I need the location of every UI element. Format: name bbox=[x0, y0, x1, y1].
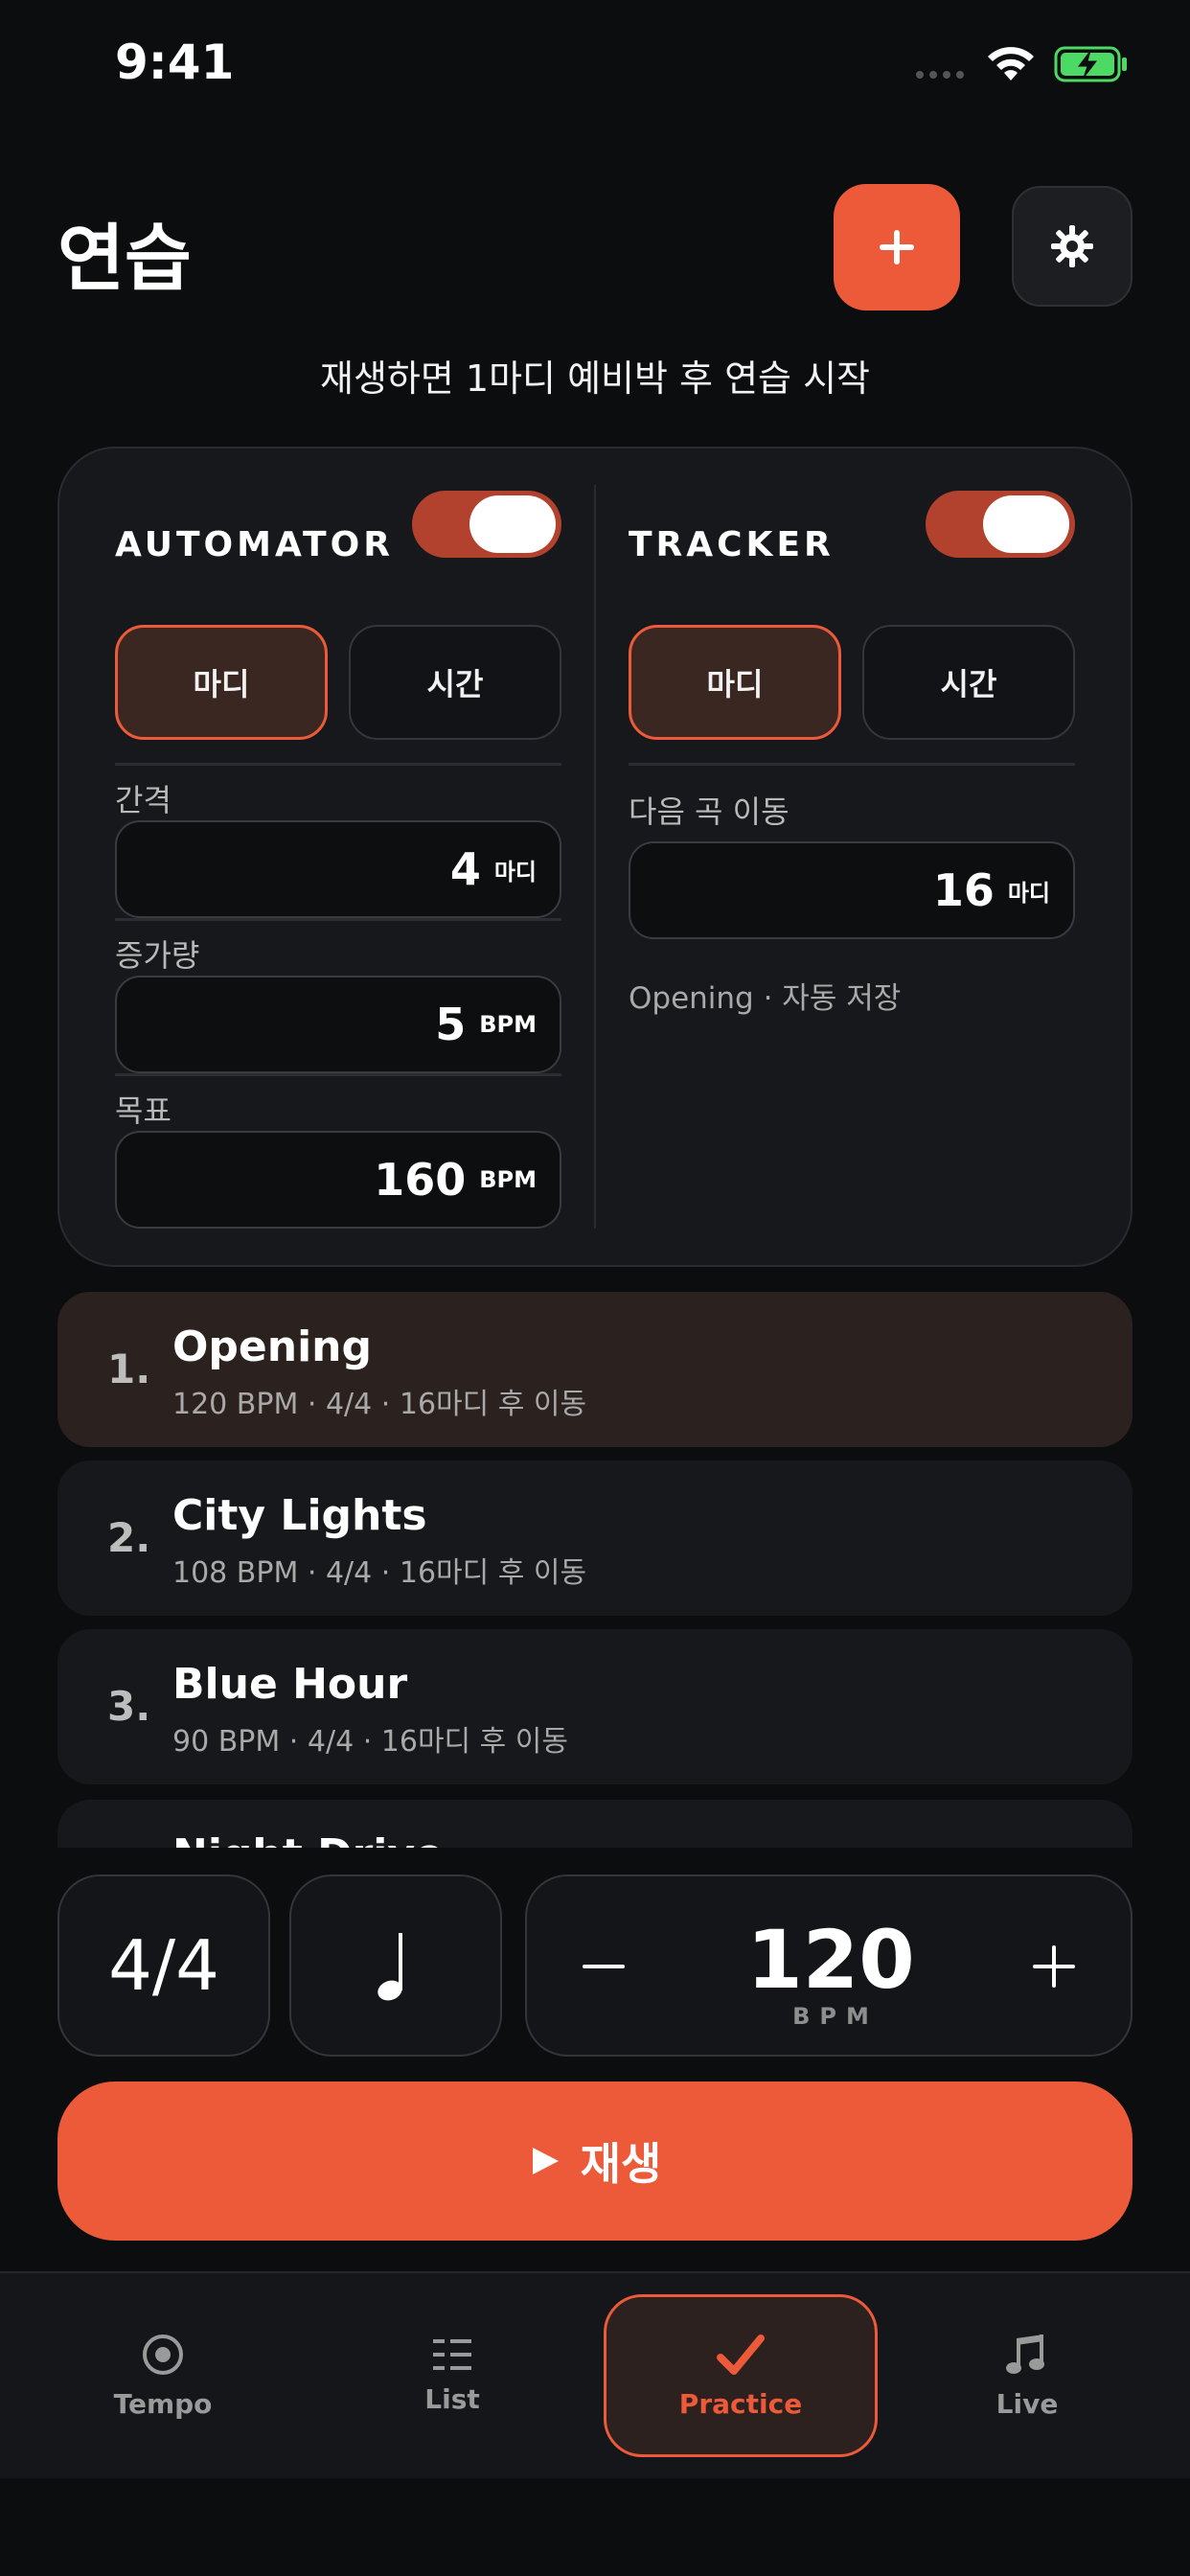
song-index: 1. bbox=[107, 1346, 151, 1392]
song-meta: 90 BPM · 4/4 · 16마디 후 이동 bbox=[172, 1725, 569, 1759]
increment-label: 증가량 bbox=[115, 937, 200, 974]
next-song-value: 16 bbox=[932, 864, 995, 916]
add-button[interactable] bbox=[834, 184, 960, 310]
tracker-note: Opening · 자동 저장 bbox=[629, 981, 902, 1016]
card-divider bbox=[594, 485, 596, 1229]
tempo-increase-button[interactable] bbox=[1016, 1920, 1092, 2012]
tab-live[interactable]: Live bbox=[912, 2294, 1142, 2457]
note-value-button[interactable] bbox=[289, 1874, 502, 2057]
settings-button[interactable] bbox=[1012, 186, 1133, 307]
checkmark-icon bbox=[717, 2334, 765, 2375]
target-icon bbox=[143, 2334, 183, 2375]
tab-label: Live bbox=[995, 2387, 1059, 2420]
play-button[interactable]: 재생 bbox=[57, 2082, 1133, 2241]
interval-unit: 마디 bbox=[493, 858, 537, 886]
tracker-mode-bars[interactable]: 마디 bbox=[629, 625, 841, 740]
practice-subtitle: 재생하면 1마디 예비박 후 연습 시작 bbox=[319, 357, 870, 400]
song-item[interactable]: 2. City Lights 108 BPM · 4/4 · 16마디 후 이동 bbox=[57, 1460, 1133, 1616]
increment-value: 5 bbox=[435, 999, 467, 1050]
tab-list[interactable]: List bbox=[337, 2294, 567, 2457]
interval-value: 4 bbox=[449, 843, 481, 895]
cellular-signal-icon bbox=[916, 71, 964, 79]
automator-separator bbox=[115, 763, 561, 766]
next-song-label: 다음 곡 이동 bbox=[629, 794, 790, 830]
song-meta: 120 BPM · 4/4 · 16마디 후 이동 bbox=[172, 1388, 587, 1421]
list-icon bbox=[433, 2338, 471, 2370]
status-time: 9:41 bbox=[115, 34, 235, 90]
tempo-control: 120 BPM bbox=[525, 1874, 1133, 2057]
tab-label: Tempo bbox=[113, 2387, 213, 2420]
target-value: 160 bbox=[374, 1154, 467, 1206]
plus-icon bbox=[1033, 1945, 1075, 1988]
tab-tempo[interactable]: Tempo bbox=[48, 2294, 278, 2457]
tab-practice[interactable]: Practice bbox=[604, 2294, 878, 2457]
song-index: 2. bbox=[107, 1514, 151, 1561]
song-name: Blue Hour bbox=[172, 1660, 408, 1709]
page-title: 연습 bbox=[57, 216, 192, 301]
music-note-icon bbox=[1006, 2334, 1044, 2374]
automator-separator bbox=[115, 918, 561, 921]
song-name: Opening bbox=[172, 1322, 372, 1371]
tracker-separator bbox=[629, 763, 1075, 766]
target-unit: BPM bbox=[479, 1166, 537, 1193]
automator-separator bbox=[115, 1073, 561, 1076]
song-item[interactable]: 1. Opening 120 BPM · 4/4 · 16마디 후 이동 bbox=[57, 1292, 1133, 1447]
tab-bar: Tempo List Practice Live bbox=[0, 2271, 1190, 2478]
automator-mode-bars[interactable]: 마디 bbox=[115, 625, 328, 740]
automator-mode-time[interactable]: 시간 bbox=[349, 625, 561, 740]
increment-unit: BPM bbox=[479, 1011, 537, 1038]
play-label: 재생 bbox=[580, 2138, 662, 2190]
automator-title: AUTOMATOR bbox=[115, 525, 394, 564]
plus-icon bbox=[880, 230, 914, 264]
tab-label: Practice bbox=[678, 2387, 803, 2420]
quarter-note-icon bbox=[378, 1933, 402, 2001]
song-list[interactable]: 1. Opening 120 BPM · 4/4 · 16마디 후 이동 2. … bbox=[57, 1292, 1133, 1848]
status-bar: 9:41 bbox=[0, 0, 1190, 134]
song-item[interactable]: 4. Night Drive bbox=[57, 1800, 1133, 1848]
automator-toggle[interactable] bbox=[412, 491, 561, 558]
battery-charging-icon bbox=[1054, 46, 1127, 82]
tracker-title: TRACKER bbox=[629, 525, 835, 564]
play-icon bbox=[532, 2148, 559, 2174]
song-meta: 108 BPM · 4/4 · 16마디 후 이동 bbox=[172, 1556, 587, 1590]
tab-label: List bbox=[424, 2382, 480, 2415]
song-name: City Lights bbox=[172, 1491, 427, 1540]
gear-icon bbox=[1051, 225, 1093, 267]
next-song-field[interactable]: 16 마디 bbox=[629, 841, 1075, 939]
tracker-toggle[interactable] bbox=[926, 491, 1075, 558]
target-field[interactable]: 160 BPM bbox=[115, 1131, 561, 1229]
interval-field[interactable]: 4 마디 bbox=[115, 820, 561, 918]
song-item[interactable]: 3. Blue Hour 90 BPM · 4/4 · 16마디 후 이동 bbox=[57, 1629, 1133, 1784]
time-signature-button[interactable]: 4/4 bbox=[57, 1874, 270, 2057]
interval-label: 간격 bbox=[115, 782, 172, 818]
wifi-icon bbox=[988, 47, 1034, 80]
next-song-unit: 마디 bbox=[1007, 879, 1050, 907]
song-name: Night Drive bbox=[172, 1830, 444, 1848]
target-label: 목표 bbox=[115, 1092, 172, 1129]
increment-field[interactable]: 5 BPM bbox=[115, 976, 561, 1073]
song-index: 3. bbox=[107, 1683, 151, 1730]
tracker-mode-time[interactable]: 시간 bbox=[862, 625, 1075, 740]
